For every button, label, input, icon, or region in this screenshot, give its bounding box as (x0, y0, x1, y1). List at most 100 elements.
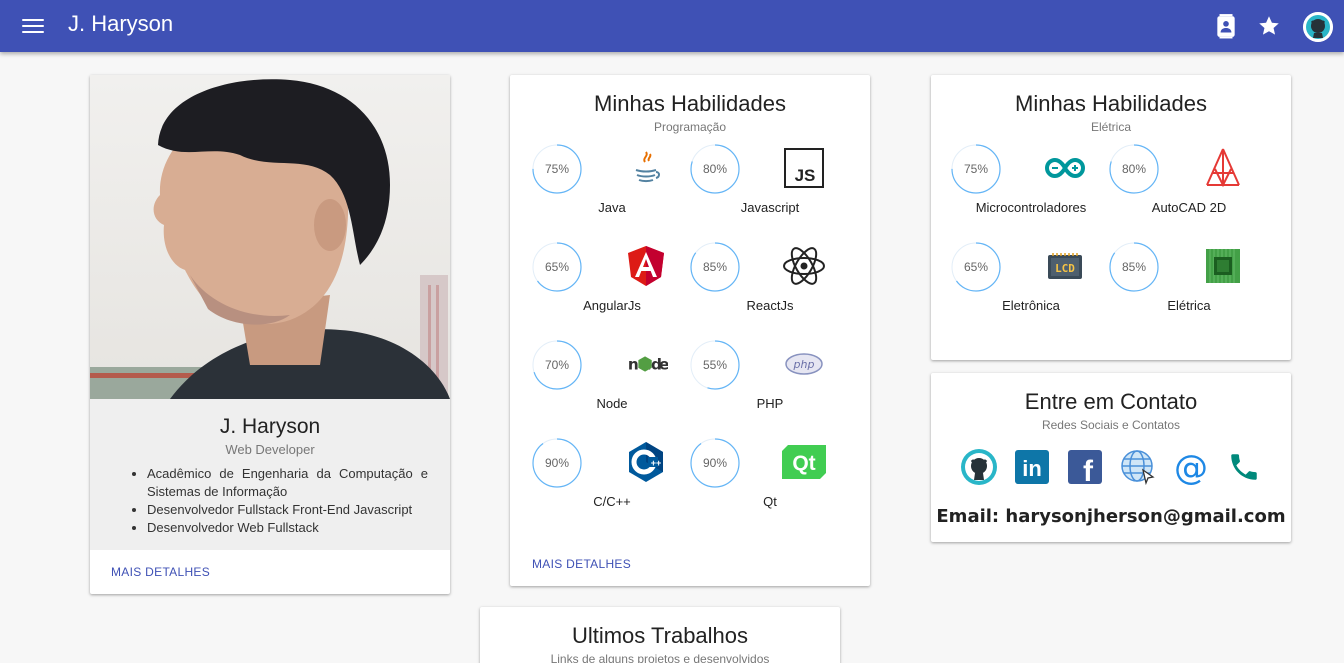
skill-name: Eletrônica (1002, 298, 1060, 313)
website-icon[interactable] (1119, 448, 1157, 486)
github-avatar-icon[interactable] (1303, 12, 1333, 42)
card-subtitle: Links de alguns projetos e desenvolvidos (550, 652, 770, 663)
skill-percent: 90% (544, 456, 570, 470)
programming-skills-card: Minhas Habilidades Programação 75% Java 80… (510, 75, 870, 586)
skill-progress-ring: 55% (690, 340, 740, 390)
contacts-icon[interactable] (1213, 13, 1239, 39)
skill-item: 55% php PHP (690, 340, 850, 438)
list-item: Desenvolvedor Fullstack Front-End Javasc… (147, 501, 428, 519)
chip-icon (1201, 244, 1245, 288)
latest-works-card: Ultimos Trabalhos Links de alguns projet… (480, 607, 840, 663)
svg-text:++: ++ (651, 458, 662, 468)
skill-item: 65% LCD Eletrônica (951, 242, 1111, 340)
profile-body: J. Haryson Web Developer Acadêmico de En… (90, 399, 450, 550)
skill-item: 70% nnde Node (532, 340, 692, 438)
javascript-icon: JS (782, 146, 826, 190)
skill-name: PHP (756, 396, 784, 411)
programming-more-details-link[interactable]: MAIS DETALHES (532, 557, 631, 571)
skill-name: Qt (763, 494, 777, 509)
skill-progress-ring: 70% (532, 340, 582, 390)
skill-percent: 90% (702, 456, 728, 470)
card-title: Entre em Contato (1024, 389, 1198, 414)
svg-text:php: php (793, 358, 815, 371)
skill-item: 65% AngularJs (532, 242, 692, 340)
skill-item: 80% JS Javascript (690, 144, 850, 242)
skill-percent: 80% (702, 162, 728, 176)
skill-progress-ring: 80% (1109, 144, 1159, 194)
skill-name: C/C++ (593, 494, 631, 509)
card-title: Minhas Habilidades (1015, 91, 1207, 116)
svg-text:@: @ (1174, 448, 1208, 486)
node-icon: nnde (624, 342, 668, 386)
autocad-icon (1201, 146, 1245, 190)
cpp-icon: ++ (624, 440, 668, 484)
skill-progress-ring: 90% (532, 438, 582, 488)
svg-text:in: in (1022, 456, 1042, 481)
skill-percent: 75% (963, 162, 989, 176)
skill-progress-ring: 75% (532, 144, 582, 194)
list-item: Acadêmico de Engenharia da Computação e … (147, 465, 428, 501)
profile-more-details-link[interactable]: MAIS DETALHES (111, 565, 210, 579)
skill-percent: 65% (544, 260, 570, 274)
skill-name: Node (596, 396, 628, 411)
skill-progress-ring: 80% (690, 144, 740, 194)
skill-percent: 85% (1121, 260, 1147, 274)
skill-percent: 65% (963, 260, 989, 274)
card-title: Ultimos Trabalhos (571, 623, 749, 648)
svg-text:Qt: Qt (792, 452, 815, 475)
contact-card: Entre em Contato Redes Sociais e Contato… (931, 373, 1291, 542)
svg-text:f: f (1083, 455, 1094, 484)
facebook-icon[interactable]: f (1066, 448, 1104, 486)
list-item: Desenvolvedor Web Fullstack (147, 519, 428, 537)
phone-icon[interactable] (1225, 448, 1263, 486)
skill-item: 85% ReactJs (690, 242, 850, 340)
card-title: Minhas Habilidades (594, 91, 786, 116)
skill-percent: 55% (702, 358, 728, 372)
github-icon[interactable] (960, 448, 998, 486)
app-title: J. Haryson (68, 11, 174, 36)
svg-text:n: n (628, 356, 639, 374)
skill-progress-ring: 65% (532, 242, 582, 292)
skill-item: 90% Qt Qt (690, 438, 850, 536)
skill-percent: 75% (544, 162, 570, 176)
profile-role: Web Developer (225, 442, 315, 457)
skill-name: Elétrica (1167, 298, 1211, 313)
skill-item: 90% ++ C/C++ (532, 438, 692, 536)
java-icon (624, 146, 668, 190)
star-icon[interactable] (1256, 13, 1282, 39)
skill-progress-ring: 65% (951, 242, 1001, 292)
menu-icon[interactable] (22, 16, 44, 36)
skill-progress-ring: 90% (690, 438, 740, 488)
skill-name: Javascript (740, 200, 800, 215)
lcd-icon: LCD (1043, 244, 1087, 288)
react-icon (782, 244, 826, 288)
svg-text:LCD: LCD (1055, 262, 1075, 275)
social-icons: in f @ (931, 448, 1291, 486)
card-subtitle: Elétrica (1090, 120, 1131, 134)
qt-icon: Qt (782, 440, 826, 484)
contact-email: Email: harysonjherson@gmail.com (936, 506, 1286, 527)
skill-name: AutoCAD 2D (1151, 200, 1227, 215)
profile-card: J. Haryson Web Developer Acadêmico de En… (90, 75, 450, 594)
email-icon[interactable]: @ (1172, 448, 1210, 486)
skill-item: 80% AutoCAD 2D (1109, 144, 1269, 242)
profile-photo (90, 75, 450, 399)
card-subtitle: Programação (653, 120, 727, 134)
skill-percent: 80% (1121, 162, 1147, 176)
arduino-icon (1043, 146, 1087, 190)
skill-item: 75% Java (532, 144, 692, 242)
skill-name: AngularJs (583, 298, 641, 313)
svg-text:JS: JS (795, 166, 816, 185)
profile-bullets: Acadêmico de Engenharia da Computação e … (147, 465, 428, 537)
skill-item: 85% Elétrica (1109, 242, 1269, 340)
skill-name: Microcontroladores (975, 200, 1087, 215)
linkedin-icon[interactable]: in (1013, 448, 1051, 486)
skill-name: ReactJs (746, 298, 794, 313)
skill-progress-ring: 85% (1109, 242, 1159, 292)
skill-progress-ring: 85% (690, 242, 740, 292)
skill-percent: 85% (702, 260, 728, 274)
top-app-bar: J. Haryson (0, 0, 1344, 52)
electrical-skills-card: Minhas Habilidades Elétrica 75% Microcont… (931, 75, 1291, 360)
svg-text:e: e (659, 356, 668, 374)
php-icon: php (782, 342, 826, 386)
